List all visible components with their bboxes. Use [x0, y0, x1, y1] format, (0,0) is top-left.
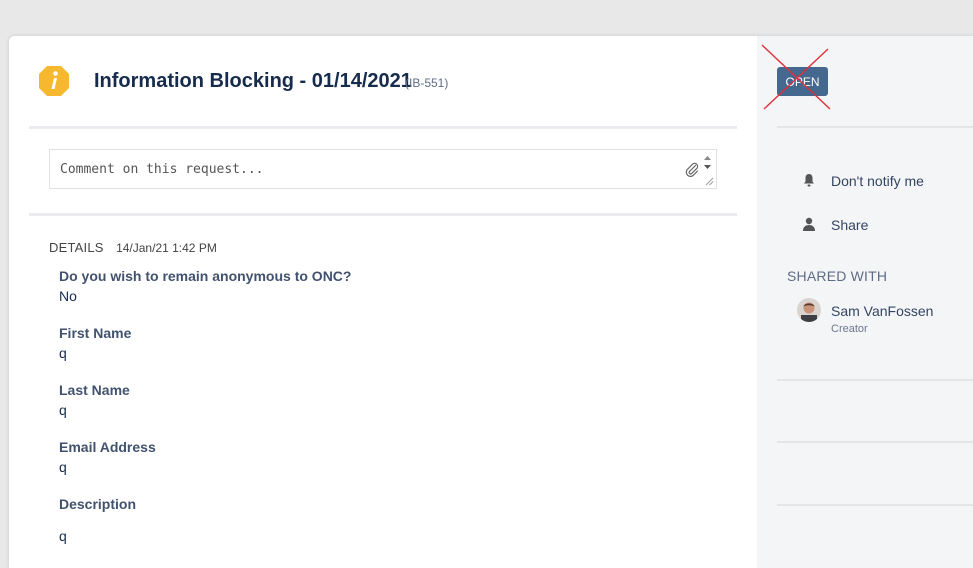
field-email: Email Address q — [59, 439, 156, 475]
field-value: q — [59, 345, 67, 361]
share-button[interactable]: Share — [831, 217, 868, 233]
field-value: No — [59, 288, 77, 304]
shared-person-name[interactable]: Sam VanFossen — [831, 303, 933, 319]
details-label: DETAILS — [49, 240, 104, 255]
details-date: 14/Jan/21 1:42 PM — [116, 241, 217, 255]
field-last-name: Last Name q — [59, 382, 130, 418]
shared-with-title: SHARED WITH — [787, 268, 888, 284]
field-first-name: First Name q — [59, 325, 131, 361]
field-label: Last Name — [59, 382, 130, 398]
comment-input[interactable] — [50, 150, 680, 188]
issue-key: (IB-551) — [405, 76, 449, 90]
status-button[interactable]: OPEN — [777, 67, 828, 96]
request-title: Information Blocking - 01/14/2021 — [94, 70, 412, 92]
field-value: q — [59, 459, 67, 475]
field-label: Description — [59, 496, 137, 512]
field-value: q — [59, 528, 67, 544]
paperclip-icon[interactable] — [684, 161, 700, 177]
textarea-scroll-control[interactable] — [700, 152, 715, 187]
field-description: Description q — [59, 496, 136, 544]
avatar — [797, 298, 821, 322]
request-main-panel: Information Blocking - 01/14/2021 (IB-55… — [9, 36, 757, 568]
field-label: Email Address — [59, 439, 156, 455]
header-divider — [29, 126, 737, 129]
request-card: Information Blocking - 01/14/2021 (IB-55… — [9, 36, 973, 568]
details-header: DETAILS 14/Jan/21 1:42 PM — [49, 239, 217, 257]
person-icon — [803, 217, 815, 231]
sidebar-divider — [777, 126, 973, 128]
info-icon — [39, 66, 69, 96]
bell-icon — [804, 174, 814, 187]
field-anonymous: Do you wish to remain anonymous to ONC? … — [59, 268, 351, 304]
sidebar-divider — [777, 441, 973, 443]
comment-box — [49, 149, 717, 189]
field-label: Do you wish to remain anonymous to ONC? — [59, 268, 352, 284]
sidebar-divider — [777, 504, 973, 506]
notify-toggle[interactable]: Don't notify me — [831, 173, 924, 189]
field-label: First Name — [59, 325, 132, 341]
comment-divider — [29, 213, 737, 216]
request-sidebar: OPEN Don't notify me Share SHARED WITH S… — [757, 36, 973, 568]
sidebar-divider — [777, 379, 973, 381]
shared-person-role: Creator — [831, 323, 868, 335]
field-value: q — [59, 402, 67, 418]
